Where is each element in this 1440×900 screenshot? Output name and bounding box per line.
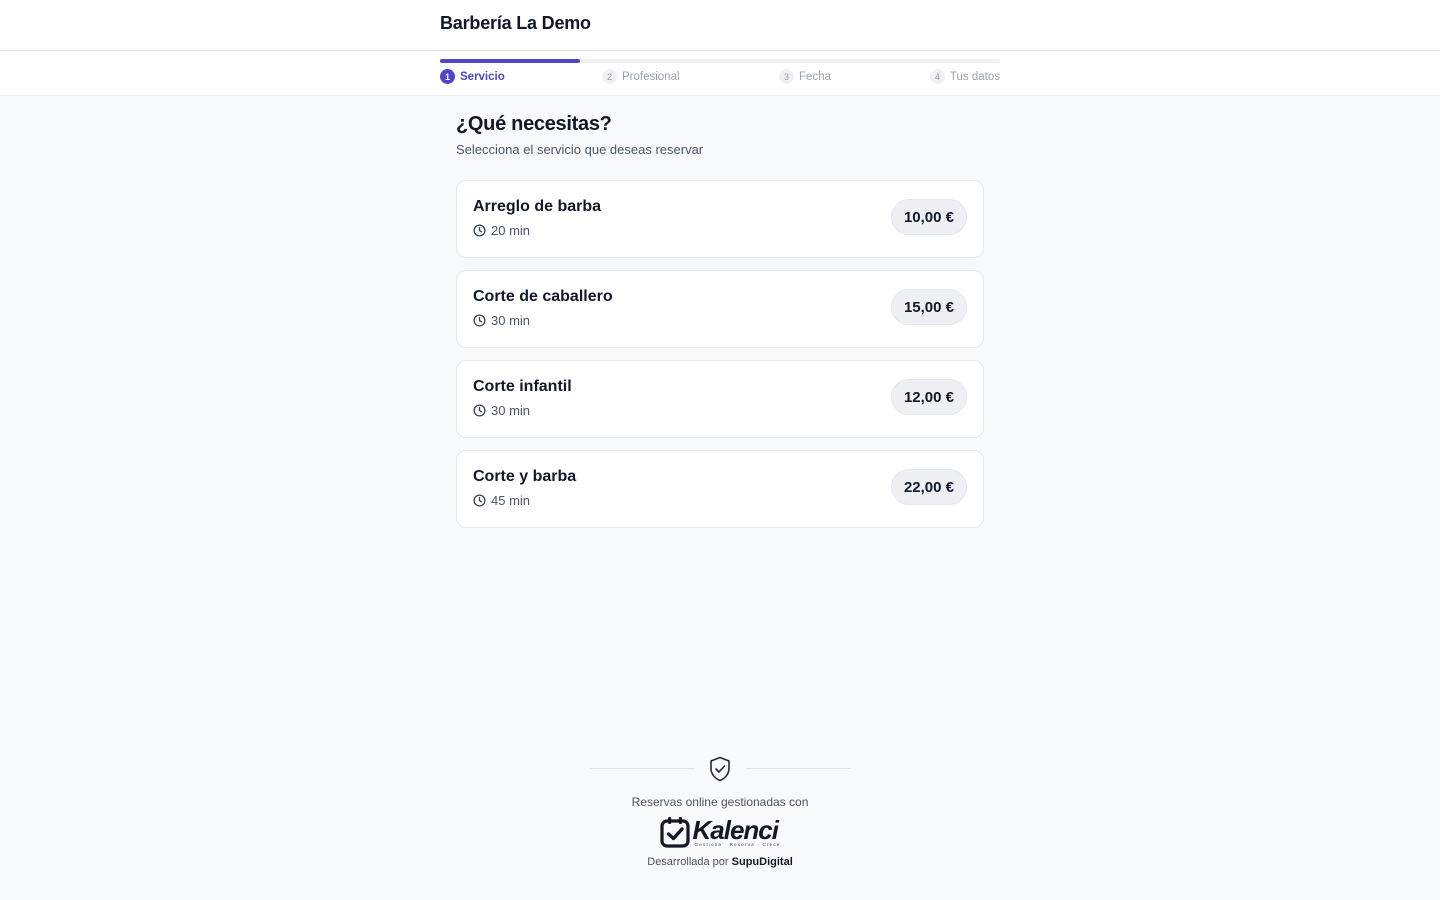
- clock-icon: [473, 314, 486, 327]
- duration-text: 45 min: [491, 493, 531, 508]
- managed-by-text: Reservas online gestionadas con: [631, 795, 809, 809]
- kalenci-logo[interactable]: Kalenci Gestiona · Reserva · Crece: [0, 816, 1440, 848]
- step-profesional[interactable]: 2 Profesional: [602, 69, 680, 84]
- step-number: 3: [779, 69, 794, 84]
- shield-check-icon: [710, 756, 730, 782]
- duration-text: 20 min: [491, 223, 531, 238]
- progress-fill: [440, 59, 580, 63]
- service-name: Corte y barba: [473, 468, 577, 485]
- service-name: Arreglo de barba: [473, 198, 602, 215]
- service-card-corte-infantil[interactable]: Corte infantil 30 min 12,00 €: [456, 360, 984, 438]
- step-label: Tus datos: [949, 70, 1000, 83]
- service-duration: 30 min: [473, 403, 530, 418]
- step-number: 1: [440, 69, 455, 84]
- booking-stepper: 1 Servicio 2 Profesional 3 Fecha 4 Tus d…: [0, 51, 1440, 96]
- top-bar: Barbería La Demo: [0, 0, 1440, 51]
- divider-line: [590, 768, 695, 769]
- divider-line: [746, 768, 851, 769]
- price-badge: 12,00 €: [890, 379, 967, 415]
- footer: Reservas online gestionadas con Kalenci …: [0, 752, 1440, 868]
- footer-divider: [0, 752, 1440, 786]
- clock-icon: [473, 494, 486, 507]
- logo-wordmark: Kalenci: [692, 815, 779, 845]
- price-badge: 22,00 €: [890, 469, 967, 505]
- step-number: 4: [929, 69, 945, 84]
- service-duration: 20 min: [473, 223, 530, 238]
- duration-text: 30 min: [491, 403, 531, 418]
- service-duration: 45 min: [473, 493, 530, 508]
- service-card-corte-de-caballero[interactable]: Corte de caballero 30 min 15,00 €: [456, 270, 984, 348]
- price-badge: 10,00 €: [890, 199, 967, 235]
- service-duration: 30 min: [473, 313, 530, 328]
- service-list: Arreglo de barba 20 min 10,00 € Corte de…: [456, 180, 984, 528]
- progress-track: [440, 59, 1000, 63]
- price-badge: 15,00 €: [890, 289, 967, 325]
- credit-name[interactable]: SupuDigital: [732, 856, 793, 868]
- service-selection: ¿Qué necesitas? Selecciona el servicio q…: [456, 113, 984, 540]
- step-tus-datos[interactable]: 4 Tus datos: [929, 69, 1000, 84]
- step-number: 2: [602, 69, 617, 84]
- credit-prefix: Desarrollada por: [647, 856, 729, 868]
- service-card-corte-y-barba[interactable]: Corte y barba 45 min 22,00 €: [456, 450, 984, 528]
- service-name: Corte infantil: [473, 378, 572, 395]
- logo-tagline: Gestiona · Reserva · Crece: [694, 842, 781, 847]
- clock-icon: [473, 404, 486, 417]
- service-name: Corte de caballero: [473, 288, 613, 305]
- duration-text: 30 min: [491, 313, 531, 328]
- page-title: ¿Qué necesitas?: [456, 113, 612, 135]
- page-subtitle: Selecciona el servicio que deseas reserv…: [456, 142, 704, 157]
- step-fecha[interactable]: 3 Fecha: [779, 69, 831, 84]
- clock-icon: [473, 224, 486, 237]
- developer-credit: Desarrollada por SupuDigital: [0, 856, 1440, 868]
- step-servicio[interactable]: 1 Servicio: [440, 69, 505, 84]
- step-label: Fecha: [799, 70, 831, 83]
- step-label: Profesional: [622, 70, 680, 83]
- step-label: Servicio: [460, 70, 505, 83]
- calendar-check-icon: [659, 817, 690, 848]
- service-card-arreglo-de-barba[interactable]: Arreglo de barba 20 min 10,00 €: [456, 180, 984, 258]
- business-name: Barbería La Demo: [440, 13, 591, 33]
